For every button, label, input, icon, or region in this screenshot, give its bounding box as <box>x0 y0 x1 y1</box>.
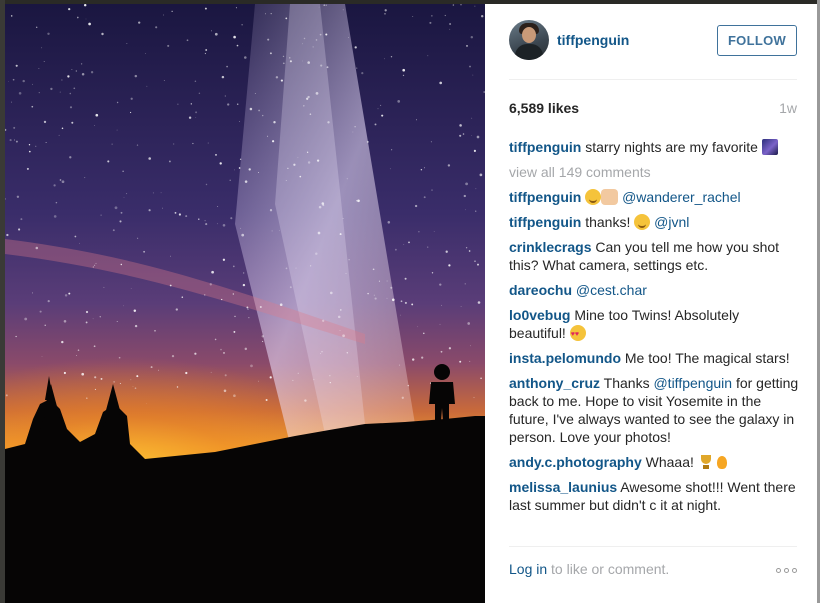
caption: tiffpenguin starry nights are my favorit… <box>509 138 799 156</box>
login-prompt: Log in to like or comment. <box>509 561 669 577</box>
post-author-username[interactable]: tiffpenguin <box>557 32 629 48</box>
list-item: crinklecrags Can you tell me how you sho… <box>509 238 799 274</box>
comment-text: Me too! The magical stars! <box>624 350 790 366</box>
caption-text: starry nights are my favorite <box>585 139 758 155</box>
heart-eyes-emoji <box>569 325 586 344</box>
list-item: dareochu @cest.char <box>509 281 799 299</box>
list-item: tiffpenguin thanks! @jvnl <box>509 213 799 231</box>
comment-mention[interactable]: @cest.char <box>576 282 647 298</box>
smile-emoji <box>585 189 602 205</box>
comment-username[interactable]: melissa_launius <box>509 479 617 495</box>
comment-username[interactable]: insta.pelomundo <box>509 350 621 366</box>
comment-username[interactable]: lo0vebug <box>509 307 570 323</box>
likes-count[interactable]: 6,589 likes <box>509 100 579 116</box>
dot-icon <box>792 567 797 573</box>
comment-username[interactable]: dareochu <box>509 282 572 298</box>
post-stats: 6,589 likes 1w <box>509 100 797 120</box>
comment-text: Whaaa! <box>645 454 694 470</box>
comment-mention[interactable]: @wanderer_rachel <box>622 189 741 205</box>
milky-way-emoji <box>761 139 778 155</box>
list-item: lo0vebug Mine too Twins! Absolutely beau… <box>509 306 799 344</box>
avatar[interactable] <box>509 20 549 60</box>
avatar-body <box>515 44 543 60</box>
comment-mention[interactable]: @jvnl <box>654 214 689 230</box>
comment-username[interactable]: tiffpenguin <box>509 189 581 205</box>
comment-text: thanks! <box>585 214 631 230</box>
list-item: andy.c.photography Whaaa! <box>509 453 799 471</box>
smile-emoji <box>634 214 651 230</box>
comment-username[interactable]: anthony_cruz <box>509 375 600 391</box>
comment-username[interactable]: crinklecrags <box>509 239 592 255</box>
raised-hands-emoji <box>601 189 619 205</box>
post-details-panel: tiffpenguin FOLLOW 6,589 likes 1w tiffpe… <box>485 4 817 603</box>
comment-text: Thanks <box>603 375 650 391</box>
follow-button[interactable]: FOLLOW <box>717 25 797 56</box>
list-item: insta.pelomundo Me too! The magical star… <box>509 349 799 367</box>
comments-list: tiffpenguin starry nights are my favorit… <box>509 138 799 521</box>
login-prompt-text: to like or comment. <box>547 561 670 577</box>
dot-icon <box>776 567 781 573</box>
fire-emoji <box>714 454 730 470</box>
post-footer: Log in to like or comment. <box>509 546 797 586</box>
avatar-face <box>522 27 536 43</box>
post-time[interactable]: 1w <box>779 100 797 116</box>
view-all-comments-link[interactable]: view all 149 comments <box>509 163 799 181</box>
list-item: melissa_launius Awesome shot!!! Went the… <box>509 478 799 514</box>
post-photo[interactable] <box>5 4 485 603</box>
comment-username[interactable]: andy.c.photography <box>509 454 642 470</box>
trophy-emoji <box>698 454 714 470</box>
caption-username[interactable]: tiffpenguin <box>509 139 581 155</box>
milky-way-night-sky-photo <box>5 4 485 603</box>
post-header: tiffpenguin FOLLOW <box>509 20 797 80</box>
dot-icon <box>784 567 789 573</box>
list-item: anthony_cruz Thanks @tiffpenguin for get… <box>509 374 799 446</box>
login-link[interactable]: Log in <box>509 561 547 577</box>
comment-mention[interactable]: @tiffpenguin <box>653 375 732 391</box>
more-options-icon[interactable] <box>776 561 797 579</box>
comment-username[interactable]: tiffpenguin <box>509 214 581 230</box>
list-item: tiffpenguin @wanderer_rachel <box>509 188 799 206</box>
